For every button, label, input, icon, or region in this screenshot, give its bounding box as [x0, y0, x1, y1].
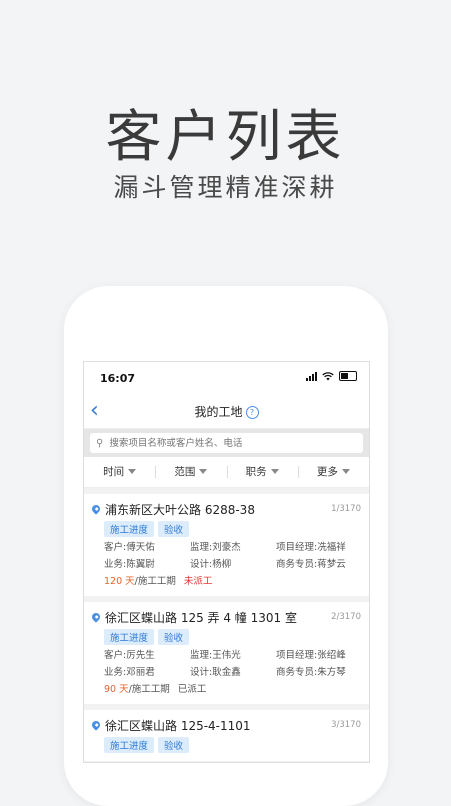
tag-progress[interactable]: 施工进度 — [104, 629, 155, 645]
search-box[interactable]: ⚲ — [90, 433, 363, 453]
search-icon: ⚲ — [96, 437, 104, 449]
search-bar: ⚲ — [84, 429, 369, 457]
tag-acceptance[interactable]: 验收 — [158, 737, 190, 753]
status-bar: 16:07 — [84, 362, 369, 394]
hero-title: 客户列表 — [105, 105, 346, 170]
signal-icon — [306, 371, 317, 381]
site-list-item[interactable]: 浦东新区大叶公路 6288-38 1/3170 施工进度 验收 客户:傅天佑 监… — [84, 494, 369, 602]
caret-down-icon — [270, 469, 279, 474]
site-period: /施工工期 — [128, 684, 170, 695]
site-address-text: 浦东新区大叶公路 6288-38 — [105, 503, 255, 517]
site-customer: 客户:厉先生 — [104, 650, 155, 661]
site-tags: 施工进度 验收 — [104, 521, 361, 537]
filter-scope[interactable]: 范围 — [155, 457, 226, 487]
filter-bar: 时间 范围 职务 更多 — [84, 457, 369, 488]
status-time: 16:07 — [100, 372, 136, 385]
site-status: 90 天/施工工期 已派工 — [104, 681, 361, 698]
site-index: 1/3170 — [331, 504, 361, 514]
site-address-text: 徐汇区蝶山路 125 弄 4 幢 1301 室 — [105, 611, 297, 625]
site-people-row: 客户:厉先生 监理:王伟光 项目经理:张绍峰 — [104, 647, 361, 664]
site-address: 浦东新区大叶公路 6288-38 — [90, 501, 361, 518]
site-designer: 设计:耿金鑫 — [190, 667, 241, 678]
site-address: 徐汇区蝶山路 125-4-1101 — [90, 717, 361, 734]
site-business: 商务专员:朱方琴 — [276, 667, 346, 678]
location-pin-icon — [90, 610, 102, 623]
filter-more[interactable]: 更多 — [297, 457, 369, 487]
site-index: 2/3170 — [331, 612, 361, 622]
location-pin-icon — [90, 718, 102, 731]
site-supervisor: 监理:王伟光 — [190, 650, 241, 661]
filter-label: 更多 — [316, 466, 338, 478]
caret-down-icon — [128, 469, 137, 474]
wifi-icon — [322, 371, 334, 380]
location-pin-icon — [90, 502, 102, 515]
tag-progress[interactable]: 施工进度 — [104, 737, 155, 753]
filter-label: 范围 — [174, 466, 196, 478]
site-list-item[interactable]: 徐汇区蝶山路 125-4-1101 3/3170 施工进度 验收 — [84, 710, 369, 762]
battery-icon — [339, 371, 357, 381]
site-people-row: 客户:傅天佑 监理:刘豪杰 项目经理:冼福祥 — [104, 539, 361, 556]
nav-title: 我的工地 — [194, 405, 243, 419]
site-sales: 业务:陈翼尉 — [104, 559, 155, 570]
site-list-item[interactable]: 徐汇区蝶山路 125 弄 4 幢 1301 室 2/3170 施工进度 验收 客… — [84, 602, 369, 710]
site-days: 120 天 — [104, 576, 135, 587]
caret-down-icon — [341, 469, 350, 474]
site-dispatch: 未派工 — [183, 576, 213, 587]
site-tags: 施工进度 验收 — [104, 737, 361, 753]
tag-progress[interactable]: 施工进度 — [104, 521, 155, 537]
site-customer: 客户:傅天佑 — [104, 542, 155, 553]
filter-time[interactable]: 时间 — [84, 457, 155, 487]
filter-role[interactable]: 职务 — [226, 457, 298, 487]
site-supervisor: 监理:刘豪杰 — [190, 542, 241, 553]
tag-acceptance[interactable]: 验收 — [158, 521, 190, 537]
site-people-row: 业务:邓丽君 设计:耿金鑫 商务专员:朱方琴 — [104, 664, 361, 681]
tag-acceptance[interactable]: 验收 — [158, 629, 190, 645]
site-people-row: 业务:陈翼尉 设计:杨柳 商务专员:蒋梦云 — [104, 556, 361, 573]
nav-title-wrap: 我的工地? — [84, 403, 369, 420]
filter-label: 职务 — [245, 466, 267, 478]
nav-bar: ‹ 我的工地? — [84, 394, 369, 429]
help-icon[interactable]: ? — [245, 406, 259, 419]
site-period: /施工工期 — [134, 576, 176, 587]
site-address: 徐汇区蝶山路 125 弄 4 幢 1301 室 — [90, 609, 361, 626]
phone-screen: 16:07 ‹ 我的工地? ⚲ 时间 范围 职务 更多 — [83, 361, 370, 763]
search-input[interactable] — [107, 436, 342, 450]
site-address-text: 徐汇区蝶山路 125-4-1101 — [105, 719, 251, 733]
filter-label: 时间 — [103, 466, 125, 478]
site-designer: 设计:杨柳 — [190, 559, 232, 570]
site-manager: 项目经理:张绍峰 — [276, 650, 346, 661]
site-business: 商务专员:蒋梦云 — [276, 559, 346, 570]
site-status: 120 天/施工工期 未派工 — [104, 573, 361, 590]
site-index: 3/3170 — [331, 720, 361, 730]
caret-down-icon — [199, 469, 208, 474]
status-icons — [306, 371, 357, 381]
site-dispatch: 已派工 — [177, 684, 207, 695]
hero-subtitle: 漏斗管理精准深耕 — [113, 173, 338, 202]
site-sales: 业务:邓丽君 — [104, 667, 155, 678]
site-days: 90 天 — [104, 684, 129, 695]
site-manager: 项目经理:冼福祥 — [276, 542, 346, 553]
site-tags: 施工进度 验收 — [104, 629, 361, 645]
